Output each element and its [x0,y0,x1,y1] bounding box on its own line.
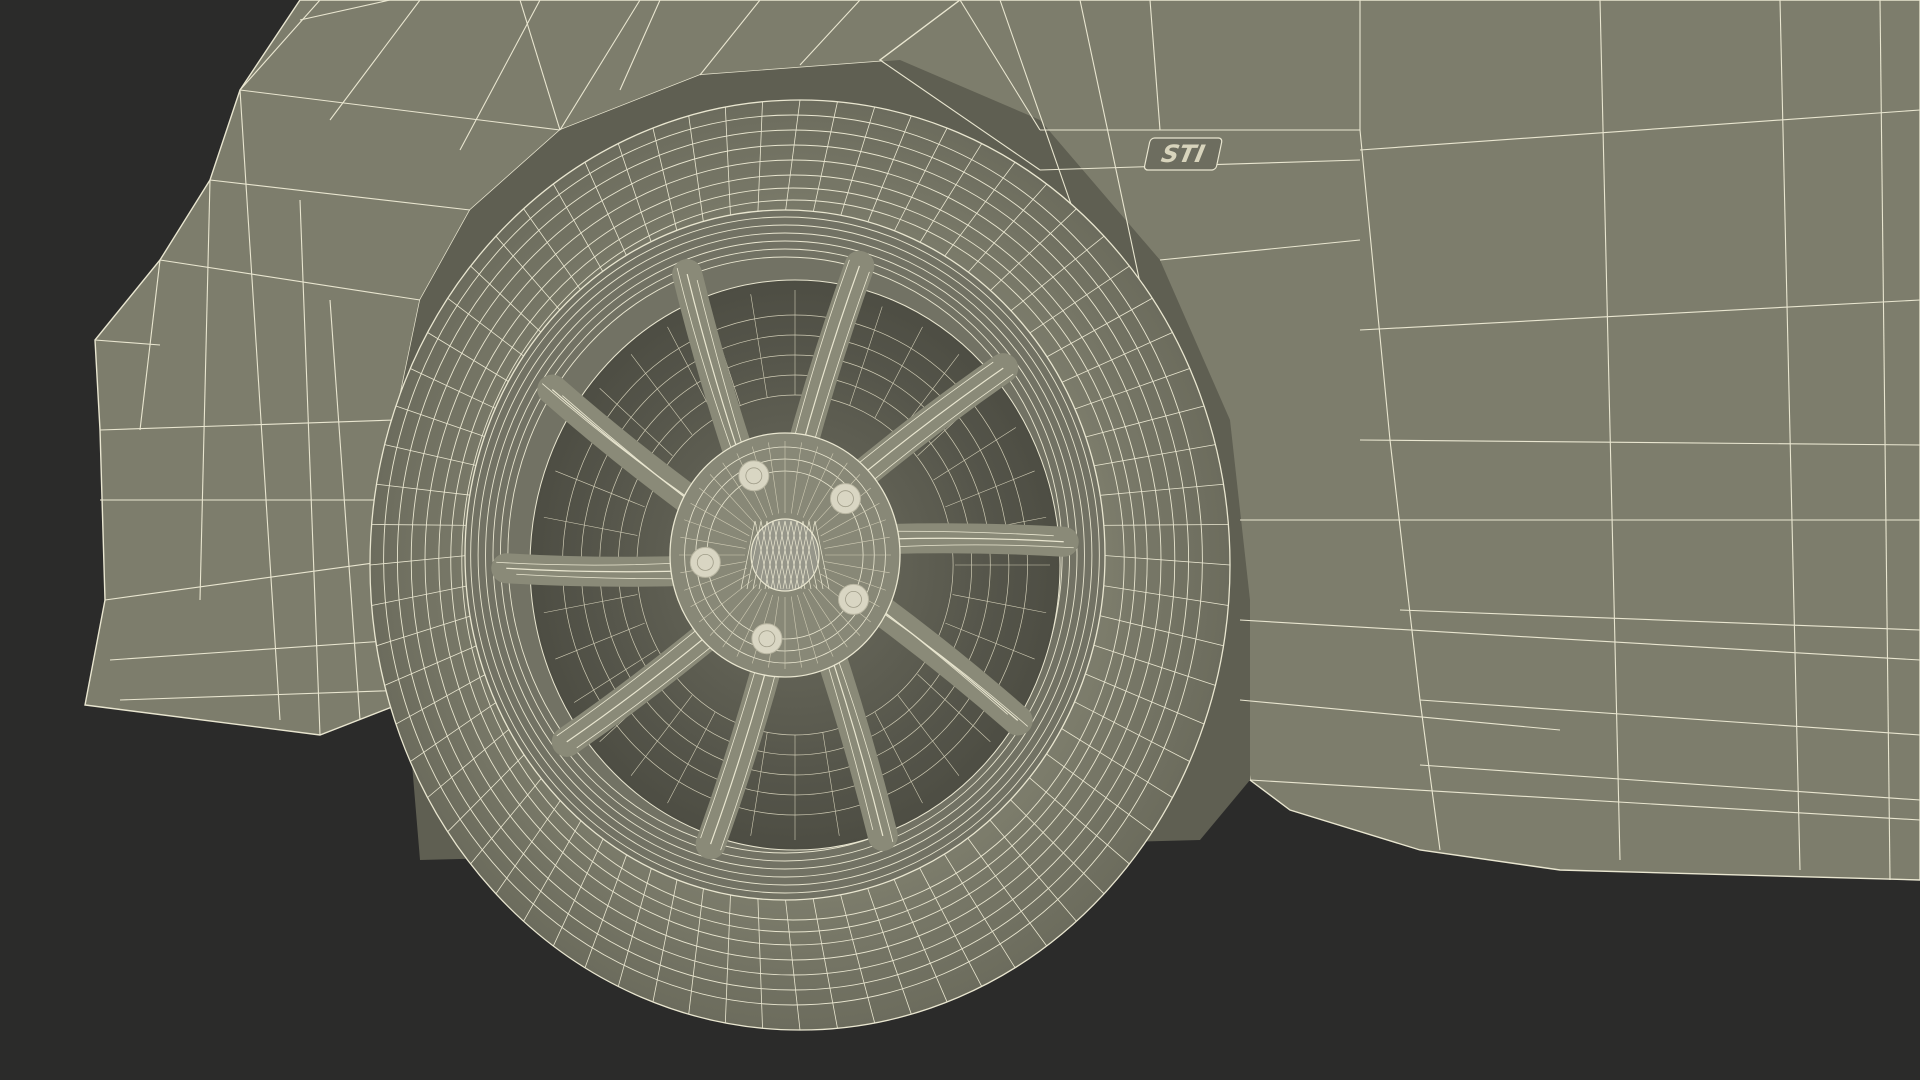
lug-nut [829,483,861,515]
render-viewport: STI [0,0,1920,1080]
lug-nut [751,623,783,655]
wireframe-scene: STI [0,0,1920,1080]
lug-nut [738,460,770,492]
front-wheel [369,99,1231,1031]
lug-nut [838,583,870,615]
sti-badge: STI [1143,137,1223,171]
lug-nut [689,546,721,578]
badge-text: STI [1159,139,1208,168]
